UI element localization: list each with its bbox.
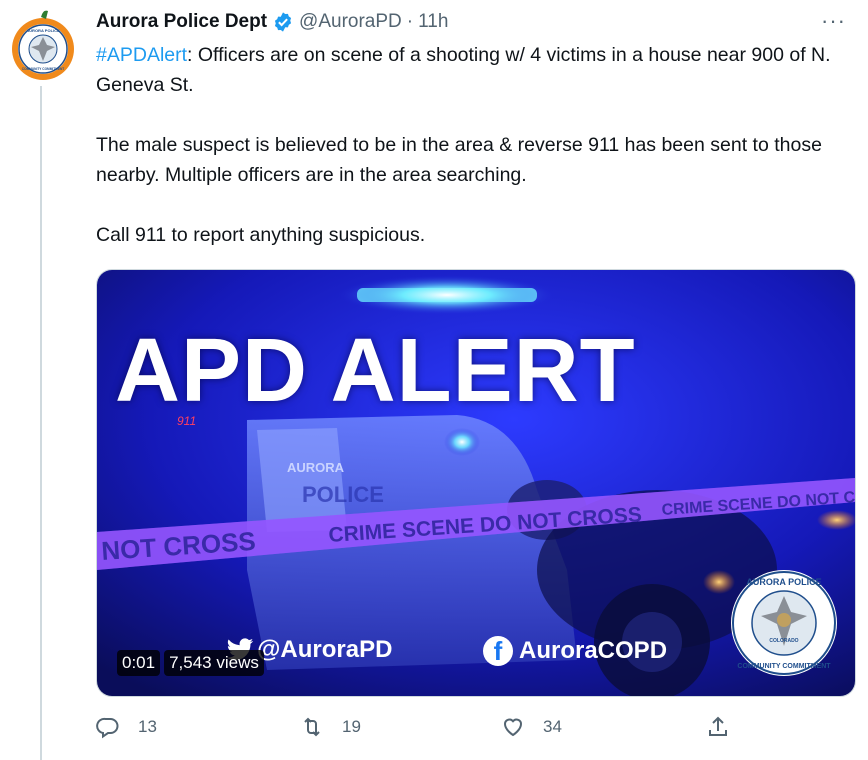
header-separator: · xyxy=(406,11,414,32)
twitter-handle-text: @AuroraPD xyxy=(257,636,393,663)
retweet-count: 19 xyxy=(342,717,361,736)
video-badges: 0:01 7,543 views xyxy=(117,650,264,676)
video-views-badge: 7,543 views xyxy=(164,650,264,676)
apd-alert-title: APD ALERT xyxy=(115,321,636,421)
share-icon xyxy=(709,716,727,736)
car-police-text: POLICE xyxy=(302,482,384,507)
tweet-paragraph-1: #APDAlert: Officers are on scene of a sh… xyxy=(96,40,856,100)
facebook-logo-icon: f xyxy=(483,636,513,666)
hashtag-link[interactable]: #APDAlert xyxy=(96,44,187,66)
tweet-header: Aurora Police Dept @AuroraPD · 11h xyxy=(96,10,448,34)
reply-icon xyxy=(96,717,119,739)
svg-text:COMMUNITY COMMITMENT: COMMUNITY COMMITMENT xyxy=(737,663,831,670)
author-handle[interactable]: @AuroraPD xyxy=(299,11,402,33)
reply-button[interactable]: 13 xyxy=(96,715,157,739)
facebook-handle-overlay: f AuroraCOPD xyxy=(483,636,667,666)
tweet-paragraph-3: Call 911 to report anything suspicious. xyxy=(96,224,426,246)
retweet-button[interactable]: 19 xyxy=(300,715,361,739)
tweet-timestamp[interactable]: 11h xyxy=(418,11,448,33)
reply-count: 13 xyxy=(138,717,157,736)
svg-text:AURORA POLICE: AURORA POLICE xyxy=(26,28,60,33)
facebook-handle-text: AuroraCOPD xyxy=(519,637,668,664)
svg-text:COMMUNITY COMMITMENT: COMMUNITY COMMITMENT xyxy=(22,67,64,71)
retweet-icon xyxy=(304,717,320,737)
thread-line xyxy=(40,86,42,760)
tweet-text: #APDAlert: Officers are on scene of a sh… xyxy=(96,40,856,250)
author-name[interactable]: Aurora Police Dept xyxy=(96,11,267,33)
like-count: 34 xyxy=(543,717,562,736)
video-media[interactable]: 911 AURORA POLICE NOT CROSS CRIME SCENE … xyxy=(96,269,856,697)
svg-text:COLORADO: COLORADO xyxy=(769,638,798,644)
tweet-paragraph-2: The male suspect is believed to be in th… xyxy=(96,134,822,186)
tweet-actions: 13 19 34 xyxy=(96,715,856,747)
video-time-badge: 0:01 xyxy=(117,650,161,676)
profile-avatar[interactable]: AURORA POLICE COMMUNITY COMMITMENT xyxy=(8,7,78,81)
aurora-police-seal: AURORA POLICE COLORADO COMMUNITY COMMITM… xyxy=(731,570,837,676)
verified-badge-icon xyxy=(274,12,292,32)
share-button[interactable] xyxy=(706,715,748,739)
tweet-line1-text: : Officers are on scene of a shooting w/… xyxy=(96,44,831,96)
svg-text:AURORA POLICE: AURORA POLICE xyxy=(746,577,821,587)
like-button[interactable]: 34 xyxy=(501,715,562,739)
more-options-icon[interactable]: ··· xyxy=(821,8,846,34)
heart-icon xyxy=(503,718,523,737)
car-aurora-text: AURORA xyxy=(287,460,345,475)
